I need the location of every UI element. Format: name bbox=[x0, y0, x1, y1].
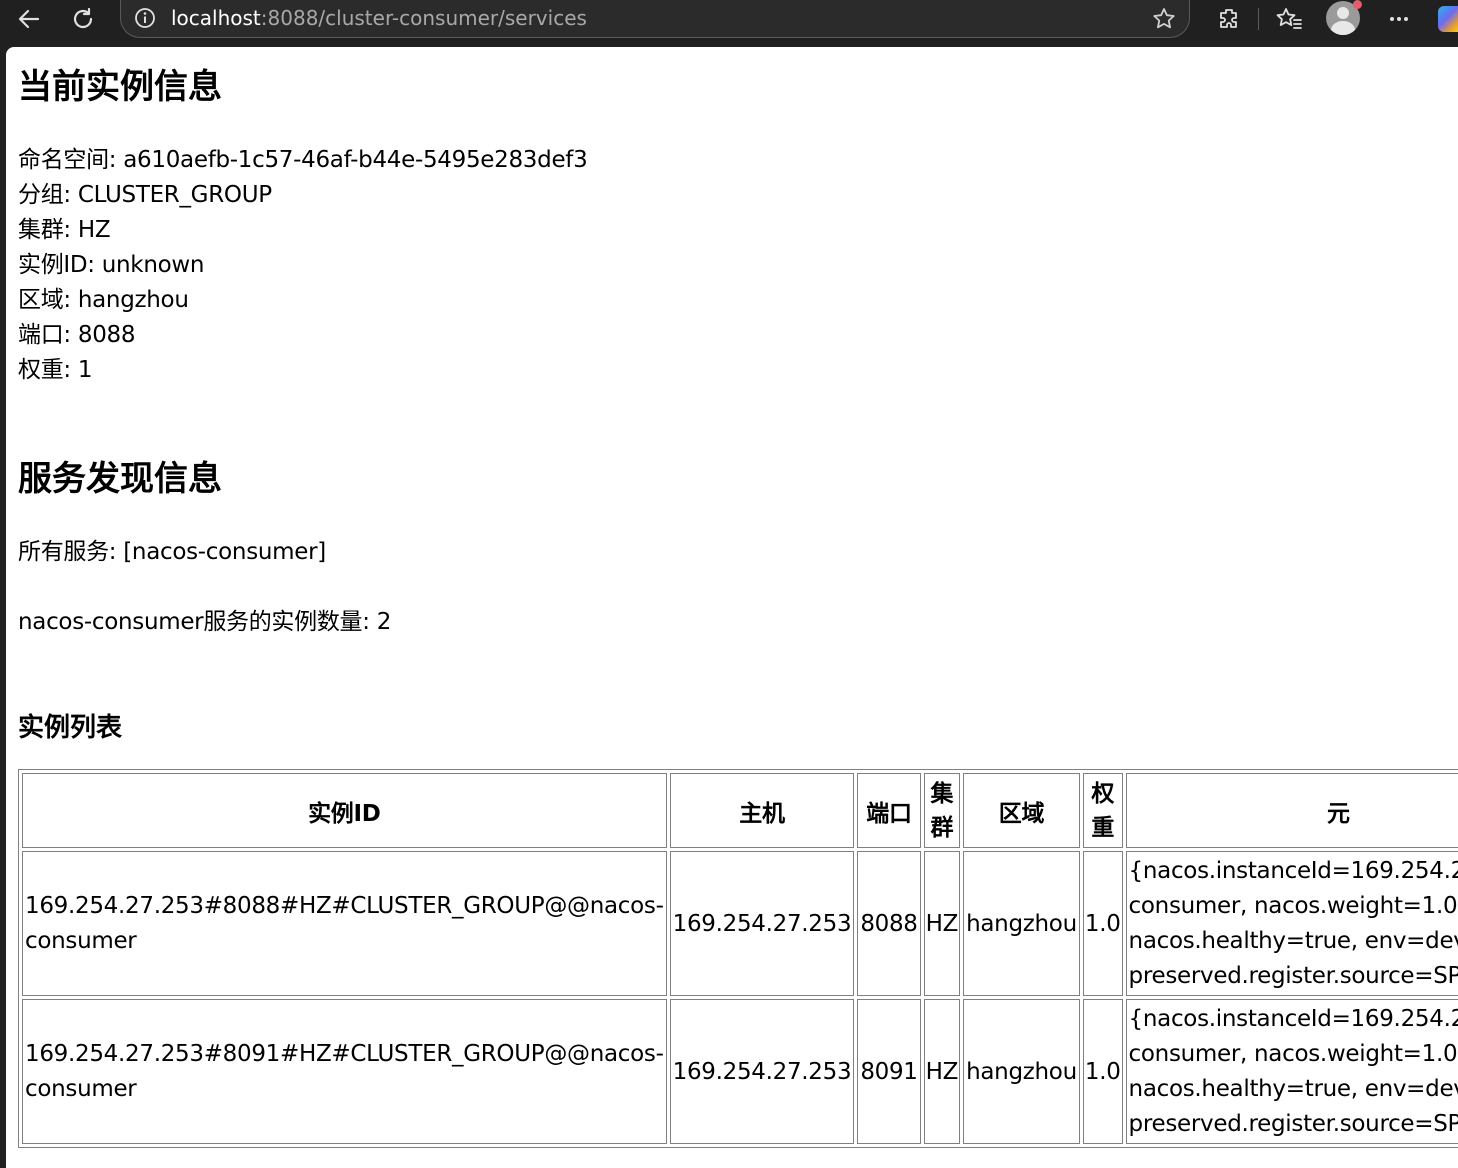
header-host: 主机 bbox=[669, 773, 855, 848]
instance-id-line: 实例ID: unknown bbox=[18, 252, 205, 278]
region-line: 区域: hangzhou bbox=[18, 287, 189, 313]
group-line: 分组: CLUSTER_GROUP bbox=[18, 182, 272, 208]
namespace-line: 命名空间: a610aefb-1c57-46af-b44e-5495e283de… bbox=[18, 147, 588, 173]
notification-dot bbox=[1353, 0, 1362, 9]
header-instance-id: 实例ID bbox=[22, 773, 667, 848]
cell-metadata: {nacos.instanceId=169.254.27.253# consum… bbox=[1125, 851, 1458, 996]
header-cluster: 集群 bbox=[923, 773, 961, 848]
metadata-line: consumer, nacos.weight=1.0, naco bbox=[1128, 1040, 1458, 1067]
cell-port: 8091 bbox=[857, 999, 921, 1144]
table-row: 169.254.27.253#8088#HZ#CLUSTER_GROUP@@na… bbox=[22, 851, 1458, 996]
more-icon[interactable] bbox=[1382, 4, 1416, 34]
cell-host: 169.254.27.253 bbox=[669, 999, 855, 1144]
info-icon[interactable] bbox=[133, 6, 157, 30]
table-row: 169.254.27.253#8091#HZ#CLUSTER_GROUP@@na… bbox=[22, 999, 1458, 1144]
cell-port: 8088 bbox=[857, 851, 921, 996]
header-weight: 权重 bbox=[1082, 773, 1123, 848]
address-bar[interactable]: localhost:8088/cluster-consumer/services bbox=[120, 0, 1190, 38]
instance-info-heading: 当前实例信息 bbox=[18, 67, 222, 107]
all-services-line: 所有服务: [nacos-consumer] bbox=[18, 539, 326, 565]
extensions-icon[interactable] bbox=[1212, 4, 1246, 34]
browser-toolbar: localhost:8088/cluster-consumer/services bbox=[0, 0, 1458, 42]
header-region: 区域 bbox=[963, 773, 1080, 848]
table-header-row: 实例ID 主机 端口 集群 区域 权重 元 bbox=[22, 773, 1458, 848]
instance-count-line: nacos-consumer服务的实例数量: 2 bbox=[18, 609, 392, 635]
weight-line: 权重: 1 bbox=[18, 357, 93, 383]
back-arrow-icon[interactable] bbox=[12, 4, 46, 34]
port-line: 端口: 8088 bbox=[18, 322, 136, 348]
instance-table: 实例ID 主机 端口 集群 区域 权重 元 169.254.27.253#808… bbox=[18, 769, 1458, 1148]
discovery-info-heading: 服务发现信息 bbox=[18, 459, 222, 499]
cell-region: hangzhou bbox=[963, 851, 1080, 996]
toolbar-divider bbox=[1258, 8, 1259, 30]
cell-instance-id: 169.254.27.253#8088#HZ#CLUSTER_GROUP@@na… bbox=[22, 851, 667, 996]
url-text[interactable]: localhost:8088/cluster-consumer/services bbox=[171, 6, 587, 30]
cell-region: hangzhou bbox=[963, 999, 1080, 1144]
instance-list-heading: 实例列表 bbox=[18, 713, 123, 743]
cell-host: 169.254.27.253 bbox=[669, 851, 855, 996]
instance-id-text: 169.254.27.253#8091#HZ#CLUSTER_GROUP@@na… bbox=[25, 1040, 664, 1102]
metadata-line: {nacos.instanceId=169.254.27.253# bbox=[1128, 1005, 1458, 1032]
metadata-line: nacos.healthy=true, env=dev, regio bbox=[1128, 1075, 1458, 1102]
header-weight-text: 权重 bbox=[1091, 780, 1115, 841]
star-icon[interactable] bbox=[1151, 6, 1177, 36]
metadata-line: nacos.healthy=true, env=dev, regio bbox=[1128, 927, 1458, 954]
cell-metadata: {nacos.instanceId=169.254.27.253# consum… bbox=[1125, 999, 1458, 1144]
metadata-line: {nacos.instanceId=169.254.27.253# bbox=[1128, 857, 1458, 884]
metadata-line: preserved.register.source=SPRING bbox=[1128, 1110, 1458, 1137]
cell-weight: 1.0 bbox=[1082, 999, 1123, 1144]
cell-instance-id: 169.254.27.253#8091#HZ#CLUSTER_GROUP@@na… bbox=[22, 999, 667, 1144]
cell-cluster: HZ bbox=[923, 851, 961, 996]
header-cluster-text: 集群 bbox=[930, 780, 954, 841]
cell-cluster: HZ bbox=[923, 999, 961, 1144]
copilot-icon[interactable] bbox=[1438, 6, 1458, 32]
url-path: :8088/cluster-consumer/services bbox=[260, 6, 587, 30]
metadata-line: preserved.register.source=SPRING bbox=[1128, 962, 1458, 989]
reload-icon[interactable] bbox=[66, 4, 100, 34]
header-port: 端口 bbox=[857, 773, 921, 848]
favorites-icon[interactable] bbox=[1272, 4, 1306, 34]
url-host: localhost bbox=[171, 6, 261, 30]
metadata-line: consumer, nacos.weight=1.0, naco bbox=[1128, 892, 1458, 919]
instance-id-text: 169.254.27.253#8088#HZ#CLUSTER_GROUP@@na… bbox=[25, 892, 664, 954]
page-viewport: 当前实例信息 命名空间: a610aefb-1c57-46af-b44e-549… bbox=[6, 47, 1458, 1168]
cluster-line: 集群: HZ bbox=[18, 217, 111, 243]
header-metadata: 元 bbox=[1125, 773, 1458, 848]
cell-weight: 1.0 bbox=[1082, 851, 1123, 996]
